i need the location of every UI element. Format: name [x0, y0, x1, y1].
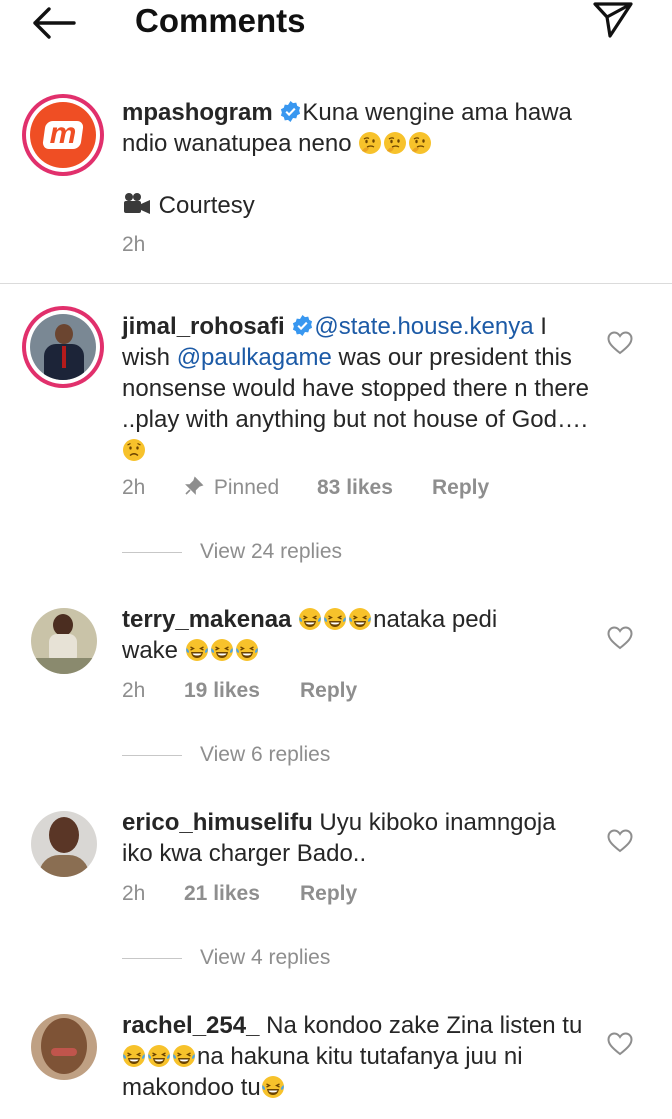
verified-badge-icon — [291, 314, 314, 337]
view-replies-label: View 6 replies — [200, 743, 331, 766]
comment-item: erico_himuselifu Uyu kiboko inamngoja ik… — [0, 803, 672, 983]
laughing-emoji-icon — [185, 638, 209, 662]
comment-text: jimal_rohosafi @state.house.kenya I wish… — [122, 311, 592, 466]
laughing-emoji-icon — [298, 607, 322, 631]
comment-text: rachel_254_ Na kondoo zake Zina listen t… — [122, 1010, 592, 1103]
comment-body: nataka pedi — [373, 606, 498, 633]
comment-item: rachel_254_ Na kondoo zake Zina listen t… — [0, 1006, 672, 1119]
pinned-label: Pinned — [213, 476, 280, 499]
view-replies-label: View 24 replies — [200, 540, 343, 563]
verified-badge-icon — [279, 100, 302, 123]
heart-icon[interactable] — [607, 829, 633, 853]
avatar — [30, 314, 96, 380]
avatar-logo-letter: m — [49, 117, 77, 150]
reply-button[interactable]: Reply — [300, 880, 357, 908]
back-arrow-icon[interactable] — [30, 6, 76, 40]
reply-button[interactable]: Reply — [300, 677, 357, 705]
post-caption: m mpashogram Kuna wengine ama hawa ndio … — [0, 88, 672, 284]
courtesy-label: Courtesy — [158, 192, 255, 219]
heart-icon[interactable] — [607, 331, 633, 355]
divider-line — [122, 552, 182, 553]
laughing-emoji-icon — [122, 1044, 146, 1068]
username[interactable]: mpashogram — [122, 99, 273, 126]
avatar: m — [30, 102, 96, 168]
timestamp: 2h — [122, 233, 146, 256]
view-replies-label: View 4 replies — [200, 946, 331, 969]
comment-body: wake — [122, 637, 179, 664]
timestamp: 2h — [122, 882, 146, 905]
username[interactable]: erico_himuselifu — [122, 809, 313, 836]
heart-icon[interactable] — [607, 626, 633, 650]
header-bar: Comments — [0, 0, 672, 44]
likes-count[interactable]: 83 likes — [317, 474, 393, 502]
thinking-emoji-icon — [358, 131, 382, 155]
reply-button[interactable]: Reply — [432, 474, 489, 502]
mention-link[interactable]: @state.house.kenya — [314, 313, 533, 340]
laughing-emoji-icon — [348, 607, 372, 631]
comment-text: terry_makenaa nataka pedi wake — [122, 604, 592, 666]
likes-count[interactable]: 21 likes — [184, 880, 260, 908]
laughing-emoji-icon — [323, 607, 347, 631]
avatar[interactable] — [31, 811, 97, 877]
pinned-indicator: Pinned — [184, 474, 279, 502]
page-title: Comments — [135, 2, 306, 39]
divider-line — [122, 958, 182, 959]
username[interactable]: rachel_254_ — [122, 1012, 259, 1039]
divider-line — [122, 755, 182, 756]
comment-text: erico_himuselifu Uyu kiboko inamngoja ik… — [122, 807, 592, 869]
pin-icon — [185, 476, 204, 495]
laughing-emoji-icon — [235, 638, 259, 662]
comment-item: jimal_rohosafi @state.house.kenya I wish… — [0, 300, 672, 580]
caption-text: mpashogram Kuna wengine ama hawa ndio wa… — [122, 97, 592, 159]
sad-face-emoji-icon — [122, 438, 146, 462]
username[interactable]: jimal_rohosafi — [122, 313, 285, 340]
caption-courtesy: Courtesy — [122, 190, 592, 221]
comment-item: terry_makenaa nataka pedi wake 2h 19 lik… — [0, 600, 672, 780]
mention-link[interactable]: @paulkagame — [177, 344, 332, 371]
laughing-emoji-icon — [172, 1044, 196, 1068]
timestamp: 2h — [122, 476, 146, 499]
heart-icon[interactable] — [607, 1032, 633, 1056]
username[interactable]: terry_makenaa — [122, 606, 291, 633]
avatar[interactable] — [31, 1014, 97, 1080]
send-icon[interactable] — [592, 0, 634, 40]
laughing-emoji-icon — [147, 1044, 171, 1068]
avatar-story-ring[interactable]: m — [22, 94, 104, 176]
avatar-story-ring[interactable] — [22, 306, 104, 388]
thinking-emoji-icon — [383, 131, 407, 155]
comment-body: Na kondoo zake Zina listen tu — [259, 1012, 583, 1039]
laughing-emoji-icon — [261, 1075, 285, 1099]
thinking-emoji-icon — [408, 131, 432, 155]
laughing-emoji-icon — [210, 638, 234, 662]
timestamp: 2h — [122, 679, 146, 702]
avatar[interactable] — [31, 608, 97, 674]
video-camera-icon — [124, 193, 150, 214]
likes-count[interactable]: 19 likes — [184, 677, 260, 705]
